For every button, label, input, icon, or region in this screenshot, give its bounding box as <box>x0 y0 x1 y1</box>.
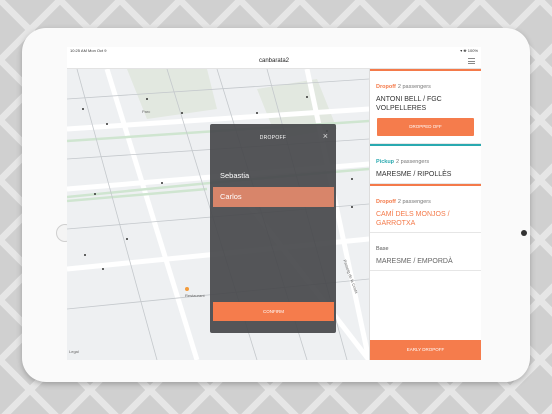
stop-type-label: Dropoff <box>376 84 396 90</box>
passenger-option[interactable]: Sebastia <box>213 166 334 186</box>
modal-title: DROPOFF <box>259 135 287 141</box>
camera <box>521 230 527 236</box>
map-label-park: Parc <box>142 109 151 114</box>
status-time: 10:25 AM Mon Oct 9 <box>70 48 107 53</box>
stop-address: MARESME / RIPOLLÈS <box>376 171 452 178</box>
map-legal-label[interactable]: Legal <box>69 349 79 354</box>
stop-address: CAMÍ DELS MONJOS / GARROTXA <box>376 211 450 227</box>
nav-bar: canbarata2 <box>67 54 481 69</box>
stop-base[interactable]: Base MARESME / EMPORDÀ <box>370 233 481 271</box>
map-label-poi: Restaurant <box>185 293 205 298</box>
stop-address: ANTONI BELL / FGC VOLPELLERES <box>376 96 442 112</box>
stop-type-label: Dropoff <box>376 199 396 205</box>
stops-sidebar: Dropoff 2 passengers ANTONI BELL / FGC VO… <box>369 69 481 360</box>
dropped-off-button[interactable]: DROPPED OFF <box>377 118 474 136</box>
dropoff-modal: DROPOFF × Sebastia Carlos CONFIRM <box>210 124 336 333</box>
app-screen: 10:25 AM Mon Oct 9 ▾ ❀ 100% canbarata2 P… <box>67 47 481 360</box>
stop-pickup[interactable]: Pickup 2 passengers MARESME / RIPOLLÈS <box>370 144 481 184</box>
passenger-option-selected[interactable]: Carlos <box>213 187 334 207</box>
close-icon[interactable]: × <box>323 131 328 141</box>
early-dropoff-button[interactable]: EARLY DROPOFF <box>370 340 481 360</box>
stop-pax-label: 2 passengers <box>397 84 431 90</box>
stop-pax-label: 2 passengers <box>397 199 431 205</box>
stop-dropoff-1[interactable]: Dropoff 2 passengers ANTONI BELL / FGC VO… <box>370 69 481 144</box>
stop-type-label: Pickup <box>376 159 395 165</box>
stop-dropoff-2[interactable]: Dropoff 2 passengers CAMÍ DELS MONJOS / G… <box>370 184 481 233</box>
stop-pax-label: 2 passengers <box>396 159 430 165</box>
status-bar: 10:25 AM Mon Oct 9 ▾ ❀ 100% <box>67 47 481 54</box>
stop-address: MARESME / EMPORDÀ <box>376 258 453 265</box>
app-title: canbarata2 <box>258 58 290 64</box>
confirm-button[interactable]: CONFIRM <box>213 302 334 321</box>
status-indicators: ▾ ❀ 100% <box>460 48 478 53</box>
menu-icon[interactable] <box>468 58 475 64</box>
stop-type-label: Base <box>376 246 389 252</box>
